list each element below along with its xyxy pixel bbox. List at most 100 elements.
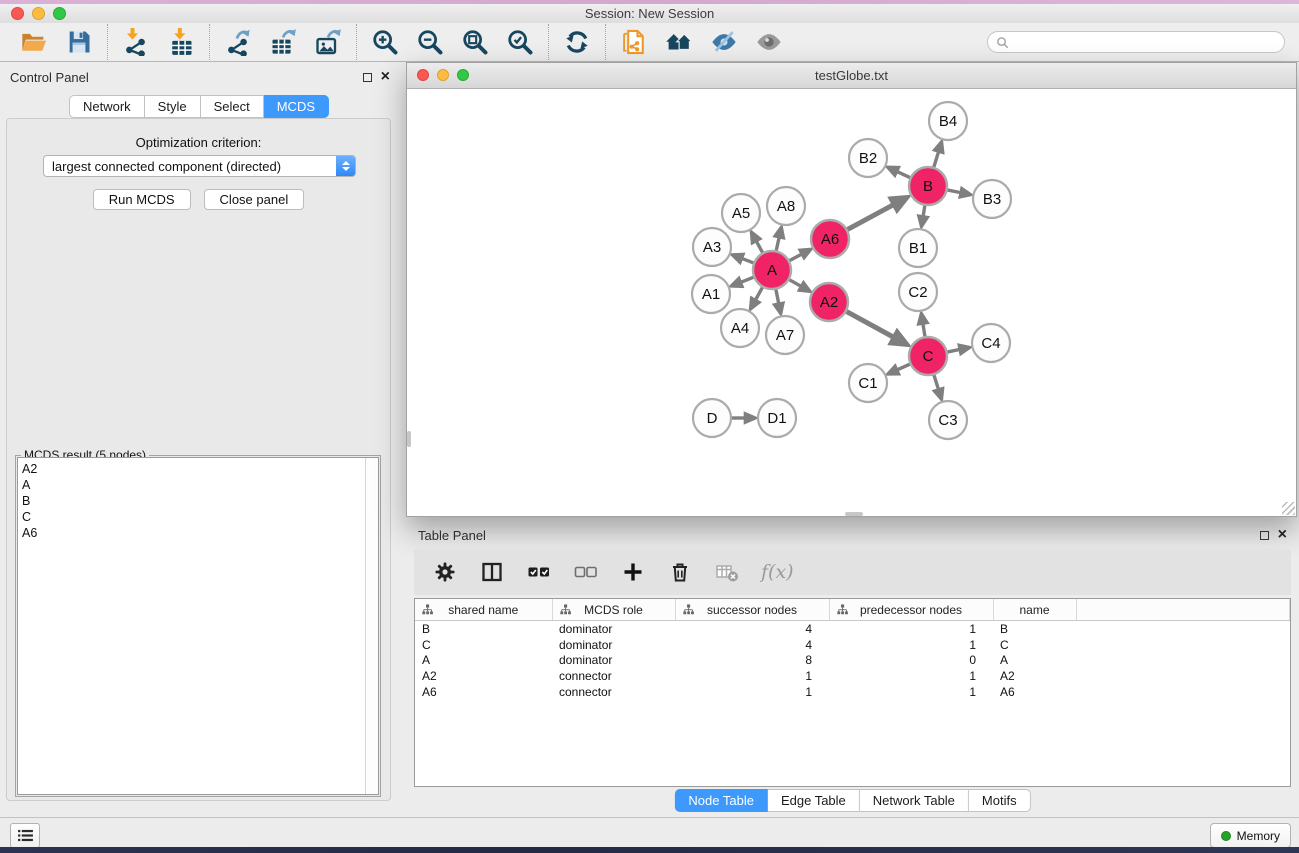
graph-node-C4[interactable]: C4 xyxy=(972,324,1010,362)
graph-node-B[interactable]: B xyxy=(909,167,947,205)
table-row[interactable]: A2connector11A2 xyxy=(415,668,1290,684)
graph-edge-A-A1[interactable] xyxy=(741,277,754,282)
memory-button[interactable]: Memory xyxy=(1210,823,1291,848)
column-header-shared-name[interactable]: shared name xyxy=(415,599,552,621)
table-cell[interactable]: 4 xyxy=(675,637,829,653)
criterion-dropdown[interactable]: largest connected component (directed) xyxy=(43,155,356,177)
close-panel-button[interactable]: Close panel xyxy=(204,189,305,210)
tab-style[interactable]: Style xyxy=(145,95,201,118)
table-cell[interactable]: B xyxy=(993,621,1076,637)
graph-node-C[interactable]: C xyxy=(909,337,947,375)
column-header-predecessor-nodes[interactable]: predecessor nodes xyxy=(829,599,993,621)
graph-edge-A-A7[interactable] xyxy=(776,289,779,303)
tab-motifs[interactable]: Motifs xyxy=(969,789,1031,812)
function-builder-icon[interactable]: f(x) xyxy=(761,561,794,583)
network-horizontal-scrollbar[interactable] xyxy=(845,512,863,516)
table-row[interactable]: Adominator80A xyxy=(415,653,1290,669)
table-cell[interactable]: A6 xyxy=(993,684,1076,700)
column-header-name[interactable]: name xyxy=(993,599,1076,621)
column-header-mcds-role[interactable]: MCDS role xyxy=(552,599,675,621)
graph-node-A3[interactable]: A3 xyxy=(693,228,731,266)
table-cell[interactable]: 8 xyxy=(675,653,829,669)
import-table-icon[interactable] xyxy=(166,27,196,57)
minimize-window-button[interactable] xyxy=(32,7,45,20)
table-row[interactable]: Cdominator41C xyxy=(415,637,1290,653)
zoom-fit-icon[interactable] xyxy=(460,27,490,57)
graph-edge-A-A8[interactable] xyxy=(776,238,779,252)
table-cell[interactable]: C xyxy=(415,637,552,653)
export-network-icon[interactable] xyxy=(223,27,253,57)
zoom-window-button[interactable] xyxy=(53,7,66,20)
table-cell[interactable]: 1 xyxy=(675,668,829,684)
graph-node-B2[interactable]: B2 xyxy=(849,139,887,177)
tab-network-table[interactable]: Network Table xyxy=(860,789,969,812)
graph-node-A8[interactable]: A8 xyxy=(767,187,805,225)
graph-node-A4[interactable]: A4 xyxy=(721,309,759,347)
network-canvas[interactable]: B4B2BB3A8A5A6A3B1AC2A1A2A4A7C4CC1C3DD1 xyxy=(407,89,1296,516)
open-session-icon[interactable] xyxy=(19,27,49,57)
tab-node-table[interactable]: Node Table xyxy=(674,789,768,812)
graph-edge-A-A6[interactable] xyxy=(789,254,801,261)
graph-edge-A-A4[interactable] xyxy=(756,287,763,300)
show-all-icon[interactable] xyxy=(754,27,784,57)
result-item[interactable]: B xyxy=(22,493,378,509)
select-all-rows-icon[interactable] xyxy=(526,559,552,585)
graph-edge-C-C3[interactable] xyxy=(934,374,939,389)
graph-edge-C-C2[interactable] xyxy=(923,324,925,337)
search-input[interactable] xyxy=(1014,34,1276,50)
import-network-icon[interactable] xyxy=(121,27,151,57)
run-mcds-button[interactable]: Run MCDS xyxy=(93,189,191,210)
graph-edge-B-B1[interactable] xyxy=(923,205,925,216)
hide-selected-icon[interactable] xyxy=(709,27,739,57)
table-cell[interactable]: 0 xyxy=(829,653,993,669)
network-vertical-scrollbar[interactable] xyxy=(407,431,411,447)
graph-edge-C-C4[interactable] xyxy=(947,350,959,353)
export-table-icon[interactable] xyxy=(268,27,298,57)
apply-layout-icon[interactable] xyxy=(562,27,592,57)
graph-node-D[interactable]: D xyxy=(693,399,731,437)
graph-node-C2[interactable]: C2 xyxy=(899,273,937,311)
window-resize-grip[interactable] xyxy=(1282,502,1295,515)
result-item[interactable]: A6 xyxy=(22,525,378,541)
table-settings-gear-icon[interactable] xyxy=(432,559,458,585)
table-cell[interactable]: A xyxy=(415,653,552,669)
show-panels-list-button[interactable] xyxy=(10,823,40,848)
mcds-result-list[interactable]: A2ABCA6 xyxy=(17,457,379,795)
graph-edge-A6-B[interactable] xyxy=(847,205,893,230)
table-cell[interactable]: C xyxy=(993,637,1076,653)
delete-table-icon[interactable] xyxy=(714,559,740,585)
table-cell[interactable]: B xyxy=(415,621,552,637)
table-cell[interactable]: A2 xyxy=(993,668,1076,684)
tab-select[interactable]: Select xyxy=(201,95,264,118)
table-cell[interactable]: 4 xyxy=(675,621,829,637)
result-item[interactable]: A2 xyxy=(22,461,378,477)
graph-edge-C-C1[interactable] xyxy=(898,364,911,370)
graph-node-A2[interactable]: A2 xyxy=(810,283,848,321)
graph-edge-B-B2[interactable] xyxy=(898,172,911,178)
table-cell[interactable]: A6 xyxy=(415,684,552,700)
result-item[interactable]: A xyxy=(22,477,378,493)
tab-mcds[interactable]: MCDS xyxy=(264,95,329,118)
new-network-from-selection-icon[interactable] xyxy=(619,27,649,57)
table-cell[interactable]: 1 xyxy=(829,637,993,653)
result-item[interactable]: C xyxy=(22,509,378,525)
zoom-in-icon[interactable] xyxy=(370,27,400,57)
save-session-icon[interactable] xyxy=(64,27,94,57)
zoom-out-icon[interactable] xyxy=(415,27,445,57)
graph-node-A6[interactable]: A6 xyxy=(811,220,849,258)
graph-node-B1[interactable]: B1 xyxy=(899,229,937,267)
table-cell[interactable]: dominator xyxy=(552,653,675,669)
graph-node-C1[interactable]: C1 xyxy=(849,364,887,402)
result-list-scrollbar[interactable] xyxy=(365,458,378,794)
table-cell[interactable]: dominator xyxy=(552,637,675,653)
graph-node-A1[interactable]: A1 xyxy=(692,275,730,313)
graph-node-D1[interactable]: D1 xyxy=(758,399,796,437)
table-cell[interactable]: 1 xyxy=(675,684,829,700)
close-panel-icon[interactable]: × xyxy=(381,71,390,83)
network-close-button[interactable] xyxy=(417,69,429,81)
delete-columns-icon[interactable] xyxy=(667,559,693,585)
table-cell[interactable]: 1 xyxy=(829,621,993,637)
table-cell[interactable]: connector xyxy=(552,668,675,684)
create-new-column-icon[interactable] xyxy=(620,559,646,585)
graph-edge-B-B3[interactable] xyxy=(947,190,960,193)
